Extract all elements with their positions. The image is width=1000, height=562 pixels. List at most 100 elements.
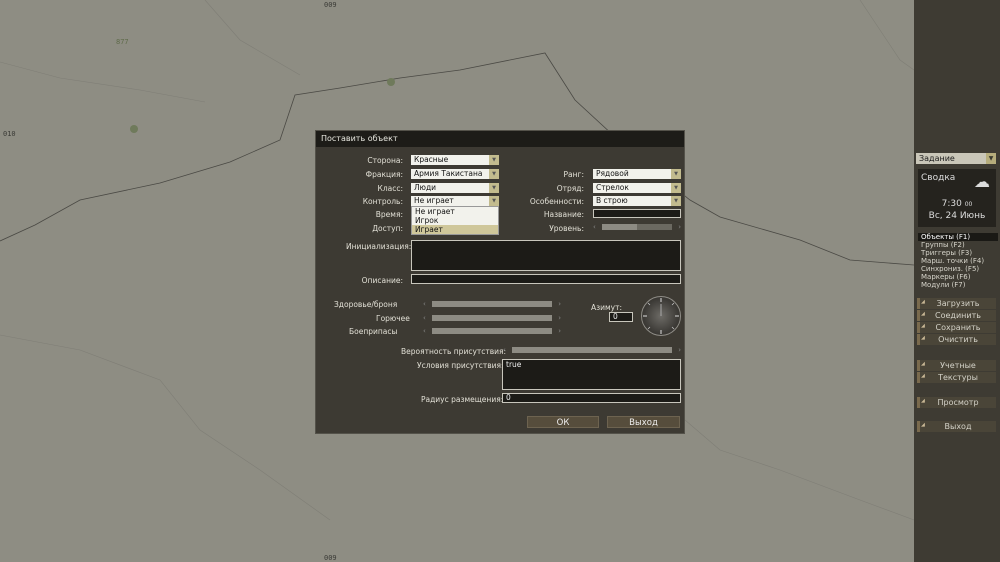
desc-label: Описание: bbox=[361, 276, 403, 285]
ok-button[interactable]: ОК bbox=[527, 416, 599, 428]
unit-label: Отряд: bbox=[556, 184, 584, 193]
health-slider[interactable]: ‹ › bbox=[423, 300, 561, 308]
faction-select[interactable]: Армия Такистана ▼ bbox=[411, 169, 499, 179]
level-track bbox=[602, 224, 672, 230]
tab-markers[interactable]: Маркеры (F6) bbox=[918, 273, 998, 281]
chevron-left-icon[interactable]: ‹ bbox=[423, 327, 430, 335]
chevron-right-icon[interactable]: › bbox=[554, 327, 561, 335]
clear-button[interactable]: ◢ Очистить bbox=[917, 334, 996, 345]
chevron-left-icon[interactable]: ‹ bbox=[423, 300, 430, 308]
health-fill bbox=[432, 301, 552, 307]
cloud-sun-icon: ☁ bbox=[974, 172, 990, 191]
control-select[interactable]: Не играет ▼ bbox=[411, 196, 499, 206]
chevron-left-icon[interactable]: ‹ bbox=[503, 346, 510, 354]
class-select[interactable]: Люди ▼ bbox=[411, 183, 499, 193]
control-label: Контроль: bbox=[362, 197, 403, 206]
special-select[interactable]: В строю ▼ bbox=[593, 196, 681, 206]
control-option[interactable]: Игрок bbox=[412, 216, 498, 225]
fuel-track bbox=[432, 315, 552, 321]
fuel-label: Горючее bbox=[376, 314, 410, 323]
mission-summary: Сводка ☁ 7:30 00 Вс, 24 Июнь bbox=[918, 169, 996, 227]
control-option[interactable]: Играет bbox=[412, 225, 498, 234]
load-button[interactable]: ◢ Загрузить bbox=[917, 298, 996, 309]
dialog-title: Поставить объект bbox=[316, 131, 684, 147]
chevron-right-icon[interactable]: › bbox=[554, 314, 561, 322]
control-dropdown-list: Не играет Игрок Играет bbox=[411, 206, 499, 235]
ammo-slider[interactable]: ‹ › bbox=[423, 327, 561, 335]
presence-probability-slider[interactable]: ‹ › bbox=[503, 346, 681, 354]
exit-editor-button[interactable]: ◢ Выход bbox=[917, 421, 996, 432]
editor-mode-tabs: Объекты (F1) Группы (F2) Триггеры (F3) М… bbox=[918, 233, 998, 289]
fuel-slider[interactable]: ‹ › bbox=[423, 314, 561, 322]
textures-button[interactable]: ◢ Текстуры bbox=[917, 372, 996, 383]
map-grid-label: 009 bbox=[324, 554, 337, 562]
presence-fill bbox=[512, 347, 672, 353]
chevron-left-icon[interactable]: ‹ bbox=[423, 314, 430, 322]
map-grid-label: 010 bbox=[3, 130, 16, 138]
exit-button[interactable]: Выход bbox=[607, 416, 680, 428]
presence-condition-label: Условия присутствия: bbox=[417, 361, 504, 370]
azimuth-label: Азимут: bbox=[591, 303, 622, 312]
chevron-down-icon: ▼ bbox=[671, 196, 681, 206]
chevron-right-icon[interactable]: › bbox=[674, 223, 681, 231]
chevron-down-icon: ▼ bbox=[986, 153, 996, 164]
init-label: Инициализация: bbox=[346, 242, 412, 251]
presence-condition-field[interactable]: true bbox=[502, 359, 681, 390]
rank-label: Ранг: bbox=[563, 170, 585, 179]
tab-groups[interactable]: Группы (F2) bbox=[918, 241, 998, 249]
class-label: Класс: bbox=[377, 184, 404, 193]
chevron-left-icon[interactable]: ‹ bbox=[593, 223, 600, 231]
mode-select-value: Задание bbox=[919, 154, 955, 163]
ammo-track bbox=[432, 328, 552, 334]
side-select[interactable]: Красные ▼ bbox=[411, 155, 499, 165]
chevron-down-icon: ▼ bbox=[489, 196, 499, 206]
placement-radius-field[interactable]: 0 bbox=[502, 393, 681, 403]
health-label: Здоровье/броня bbox=[334, 300, 398, 309]
preview-button[interactable]: ◢ Просмотр bbox=[917, 397, 996, 408]
time-label: Время: bbox=[375, 210, 403, 219]
name-label: Название: bbox=[543, 210, 584, 219]
ammo-label: Боеприпасы bbox=[349, 327, 398, 336]
mission-time[interactable]: 7:30 00 bbox=[918, 199, 996, 209]
merge-button[interactable]: ◢ Соединить bbox=[917, 310, 996, 321]
map-grid-label: 009 bbox=[324, 1, 337, 9]
tab-triggers[interactable]: Триггеры (F3) bbox=[918, 249, 998, 257]
chevron-down-icon: ▼ bbox=[489, 183, 499, 193]
control-option[interactable]: Не играет bbox=[412, 207, 498, 216]
level-slider[interactable]: ‹ › bbox=[593, 223, 681, 231]
chevron-right-icon[interactable]: › bbox=[674, 346, 681, 354]
azimuth-field[interactable]: 0 bbox=[609, 312, 633, 322]
rank-select[interactable]: Рядовой ▼ bbox=[593, 169, 681, 179]
description-field[interactable] bbox=[411, 274, 681, 284]
unit-select[interactable]: Стрелок ▼ bbox=[593, 183, 681, 193]
side-label: Сторона: bbox=[367, 156, 403, 165]
tab-modules[interactable]: Модули (F7) bbox=[918, 281, 998, 289]
level-fill bbox=[602, 224, 637, 230]
placement-radius-label: Радиус размещения: bbox=[421, 395, 504, 404]
map-grid-label: 877 bbox=[116, 38, 129, 46]
level-label: Уровень: bbox=[549, 224, 584, 233]
presence-track bbox=[512, 347, 672, 353]
special-label: Особенности: bbox=[529, 197, 584, 206]
presence-probability-label: Вероятность присутствия: bbox=[401, 347, 507, 356]
tab-synchronize[interactable]: Синхрониз. (F5) bbox=[918, 265, 998, 273]
init-field[interactable] bbox=[411, 240, 681, 271]
azimuth-dial[interactable] bbox=[641, 296, 681, 336]
mission-date[interactable]: Вс, 24 Июнь bbox=[918, 211, 996, 221]
name-field[interactable] bbox=[593, 209, 681, 218]
summary-title: Сводка bbox=[921, 173, 956, 183]
ammo-fill bbox=[432, 328, 552, 334]
fuel-fill bbox=[432, 315, 552, 321]
intel-button[interactable]: ◢ Учетные bbox=[917, 360, 996, 371]
chevron-down-icon: ▼ bbox=[489, 155, 499, 165]
save-button[interactable]: ◢ Сохранить bbox=[917, 322, 996, 333]
chevron-down-icon: ▼ bbox=[671, 169, 681, 179]
chevron-down-icon: ▼ bbox=[489, 169, 499, 179]
health-track bbox=[432, 301, 552, 307]
access-label: Доступ: bbox=[372, 224, 403, 233]
tab-units[interactable]: Объекты (F1) bbox=[918, 233, 998, 241]
faction-label: Фракция: bbox=[365, 170, 403, 179]
mode-select[interactable]: Задание ▼ bbox=[916, 153, 996, 164]
chevron-right-icon[interactable]: › bbox=[554, 300, 561, 308]
tab-waypoints[interactable]: Марш. точки (F4) bbox=[918, 257, 998, 265]
